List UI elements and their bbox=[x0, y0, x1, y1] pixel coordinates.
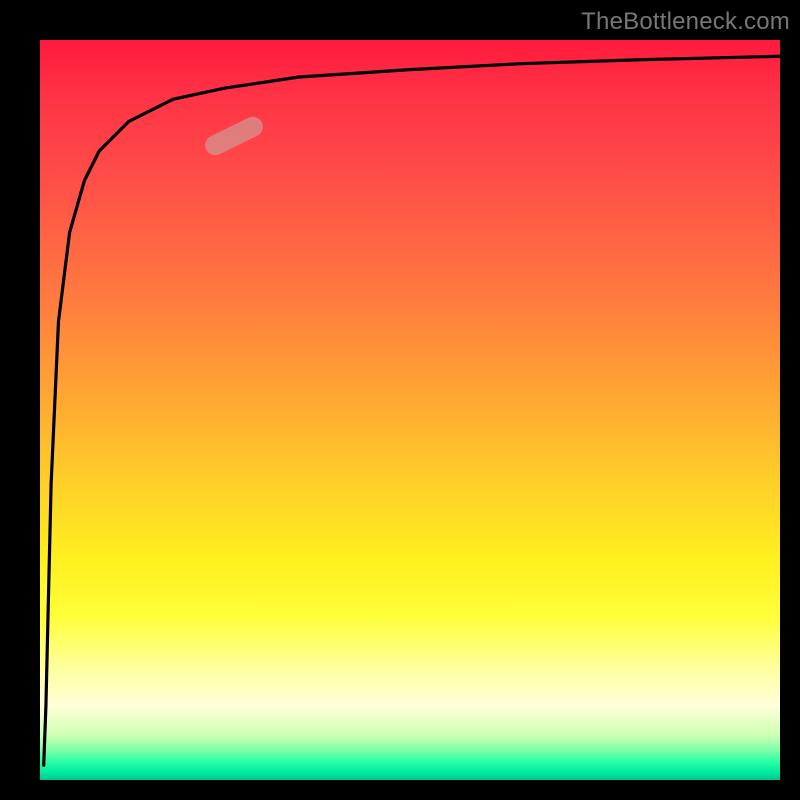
curve-svg bbox=[40, 40, 780, 780]
watermark-text: TheBottleneck.com bbox=[581, 8, 790, 36]
plot-area bbox=[40, 40, 780, 780]
chart-container: TheBottleneck.com bbox=[0, 0, 800, 800]
bottleneck-curve-path bbox=[44, 56, 780, 765]
